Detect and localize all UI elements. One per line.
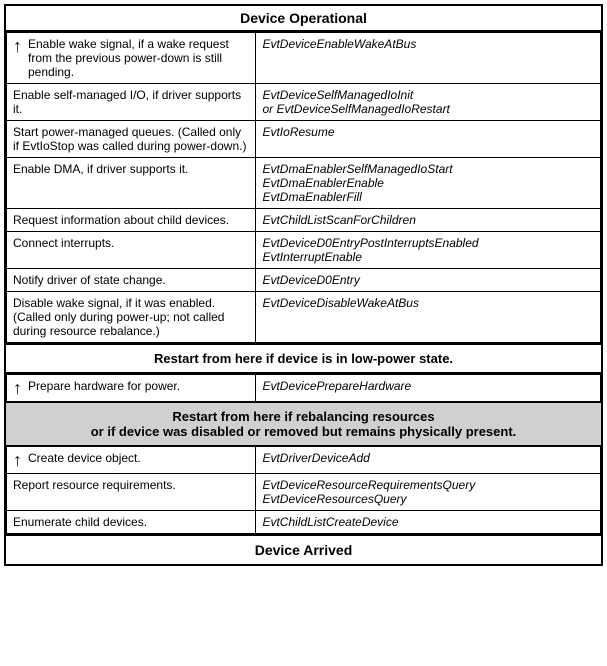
arrow-up-icon: ↑ [7,33,26,59]
table-row: Enable self-managed I/O, if driver suppo… [7,84,601,121]
table-row: Request information about child devices.… [7,209,601,232]
row-left-text: Create device object. [26,447,147,469]
row-right-cell: EvtChildListScanForChildren [256,209,601,232]
middle-table: ↑Prepare hardware for power.EvtDevicePre… [6,374,601,402]
row-right-cell: EvtDeviceSelfManagedIoInit or EvtDeviceS… [256,84,601,121]
row-left-cell: Start power-managed queues. (Called only… [7,121,256,158]
row-left-cell: ↑Create device object. [7,447,256,474]
row-left-cell: Enable self-managed I/O, if driver suppo… [7,84,256,121]
rebalance-banner: Restart from here if rebalancing resourc… [6,402,601,446]
device-operational-header: Device Operational [6,6,601,32]
row-right-cell: EvtChildListCreateDevice [256,511,601,534]
row-left-cell: ↑Enable wake signal, if a wake request f… [7,33,256,84]
arrow-up-icon: ↑ [7,375,26,401]
row-right-cell: EvtDevicePrepareHardware [256,375,601,402]
row-left-cell: Disable wake signal, if it was enabled. … [7,292,256,343]
table-row: ↑Prepare hardware for power.EvtDevicePre… [7,375,601,402]
main-table: ↑Enable wake signal, if a wake request f… [6,32,601,343]
row-right-cell: EvtDriverDeviceAdd [256,447,601,474]
table-row: Notify driver of state change.EvtDeviceD… [7,269,601,292]
row-left-text: Prepare hardware for power. [26,375,186,397]
row-right-cell: EvtDeviceResourceRequirementsQuery EvtDe… [256,474,601,511]
row-left-cell: Report resource requirements. [7,474,256,511]
main-container: Device Operational ↑Enable wake signal, … [4,4,603,566]
row-left-cell: Request information about child devices. [7,209,256,232]
bottom-title-text: Device Arrived [255,542,353,558]
row-right-cell: EvtDmaEnablerSelfManagedIoStart EvtDmaEn… [256,158,601,209]
row-left-cell: Connect interrupts. [7,232,256,269]
bottom-table: ↑Create device object.EvtDriverDeviceAdd… [6,446,601,534]
rebalance-text: Restart from here if rebalancing resourc… [91,409,517,439]
table-row: Report resource requirements.EvtDeviceRe… [7,474,601,511]
row-left-text: Enable wake signal, if a wake request fr… [26,33,255,83]
row-left-cell: Notify driver of state change. [7,269,256,292]
table-row: ↑Enable wake signal, if a wake request f… [7,33,601,84]
low-power-text: Restart from here if device is in low-po… [154,351,453,366]
row-left-cell: ↑Prepare hardware for power. [7,375,256,402]
low-power-banner: Restart from here if device is in low-po… [6,343,601,374]
row-right-cell: EvtDeviceD0EntryPostInterruptsEnabled Ev… [256,232,601,269]
arrow-up-icon: ↑ [7,447,26,473]
table-row: Disable wake signal, if it was enabled. … [7,292,601,343]
table-row: Start power-managed queues. (Called only… [7,121,601,158]
row-right-cell: EvtDeviceDisableWakeAtBus [256,292,601,343]
table-row: Enumerate child devices.EvtChildListCrea… [7,511,601,534]
top-title-text: Device Operational [240,10,367,26]
row-left-cell: Enumerate child devices. [7,511,256,534]
table-row: ↑Create device object.EvtDriverDeviceAdd [7,447,601,474]
row-right-cell: EvtDeviceD0Entry [256,269,601,292]
row-right-cell: EvtIoResume [256,121,601,158]
row-right-cell: EvtDeviceEnableWakeAtBus [256,33,601,84]
row-left-cell: Enable DMA, if driver supports it. [7,158,256,209]
device-arrived-footer: Device Arrived [6,534,601,564]
table-row: Connect interrupts.EvtDeviceD0EntryPostI… [7,232,601,269]
table-row: Enable DMA, if driver supports it.EvtDma… [7,158,601,209]
